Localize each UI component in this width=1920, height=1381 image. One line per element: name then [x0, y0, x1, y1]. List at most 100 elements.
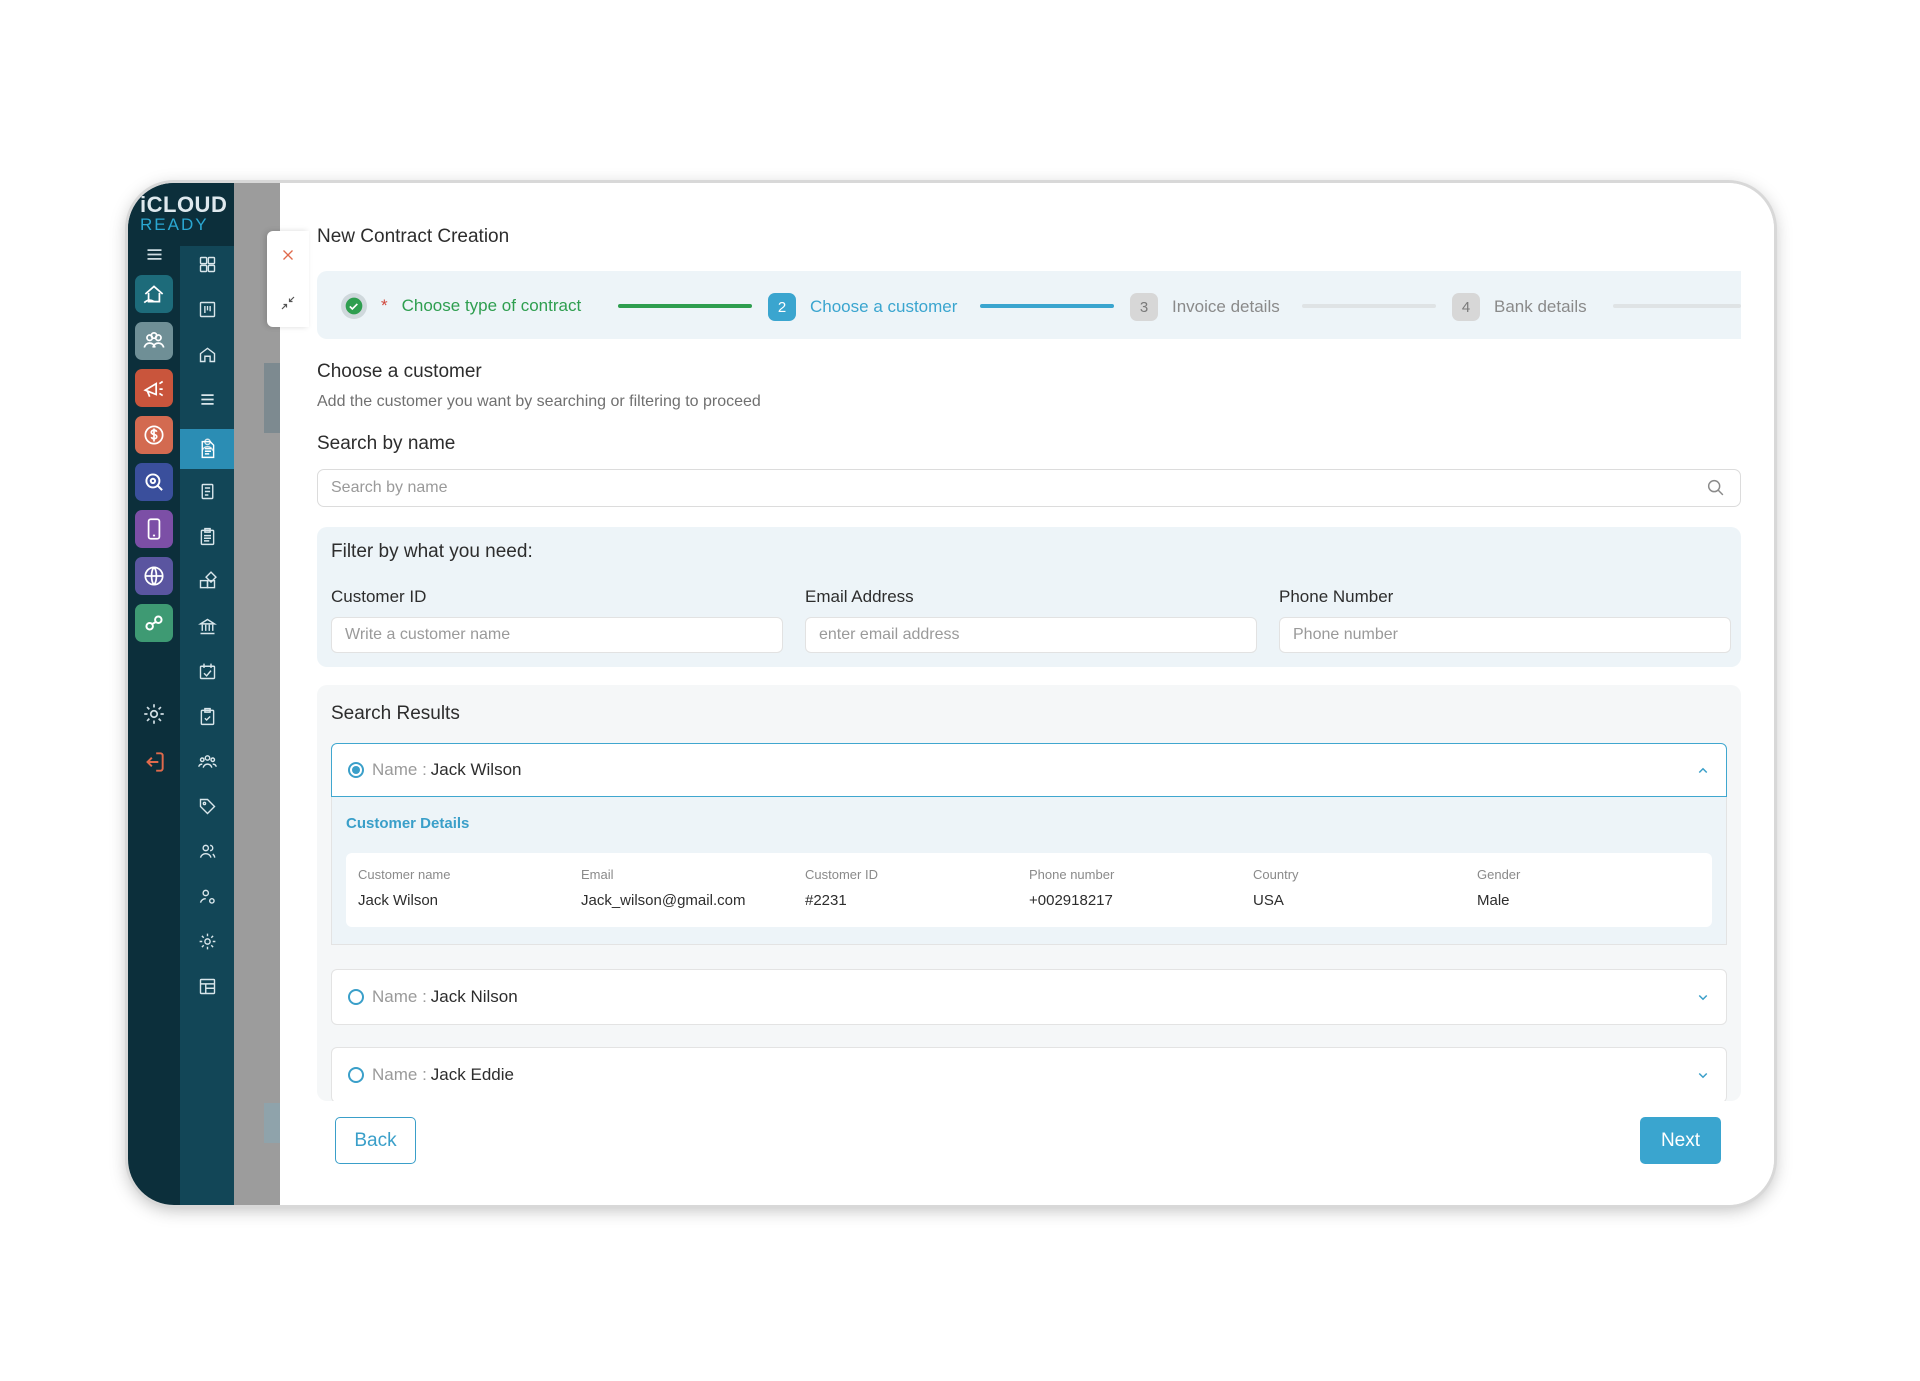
- page-title: New Contract Creation: [317, 226, 510, 247]
- contract-icon[interactable]: [192, 434, 222, 464]
- required-mark: *: [381, 296, 388, 315]
- step-1-label: Choose type of contract: [401, 296, 582, 315]
- result-name: Jack Nilson: [430, 987, 518, 1006]
- tag-icon[interactable]: [192, 791, 222, 821]
- back-button[interactable]: Back: [335, 1117, 416, 1164]
- phone-input[interactable]: Phone number: [1279, 617, 1731, 653]
- step-4-badge: 4: [1452, 293, 1480, 321]
- stepper: * Choose type of contract 2 Choose a cus…: [317, 271, 1741, 339]
- module-nav-rail: [180, 183, 234, 1205]
- step-4[interactable]: 4 Bank details: [1452, 293, 1587, 321]
- chevron-down-icon[interactable]: [1694, 988, 1712, 1006]
- step-2-label: Choose a customer: [810, 297, 958, 316]
- result-item-2[interactable]: Name : Jack Nilson: [331, 969, 1727, 1025]
- step-4-progress: [1613, 304, 1741, 308]
- step-4-label: Bank details: [1494, 297, 1587, 316]
- radio-selected[interactable]: [348, 762, 364, 778]
- filter-title: Filter by what you need:: [331, 541, 533, 562]
- settings-icon[interactable]: [135, 695, 173, 733]
- result-item-3-header[interactable]: Name : Jack Eddie: [332, 1048, 1726, 1101]
- step-3-progress: [1302, 304, 1436, 308]
- search-icon[interactable]: [1705, 477, 1727, 499]
- layout-icon[interactable]: [192, 971, 222, 1001]
- marketing-icon[interactable]: [135, 369, 173, 407]
- hamburger-icon[interactable]: [139, 239, 169, 269]
- dashboard-icon[interactable]: [192, 249, 222, 279]
- customer-details-card: Customer name Jack Wilson Email Jack_wilso…: [346, 853, 1712, 927]
- kanban-icon[interactable]: [192, 294, 222, 324]
- document-icon[interactable]: [192, 476, 222, 506]
- step-2[interactable]: 2 Choose a customer: [768, 293, 957, 321]
- email-input[interactable]: enter email address: [805, 617, 1257, 653]
- customer-id-input[interactable]: Write a customer name: [331, 617, 783, 653]
- nav-settings-icon[interactable]: [192, 926, 222, 956]
- group-icon[interactable]: [192, 746, 222, 776]
- step-3[interactable]: 3 Invoice details: [1130, 293, 1280, 321]
- step-1[interactable]: * Choose type of contract: [341, 293, 581, 319]
- result-name: Jack Wilson: [430, 760, 522, 779]
- link-icon[interactable]: [135, 604, 173, 642]
- radio-unselected[interactable]: [348, 1067, 364, 1083]
- panel-controls: [267, 231, 309, 327]
- section-subtitle: Add the customer you want by searching o…: [317, 393, 761, 410]
- search-label: Search by name: [317, 433, 456, 454]
- result-item-3[interactable]: Name : Jack Eddie: [331, 1047, 1727, 1101]
- close-icon[interactable]: [267, 231, 309, 279]
- detail-gender: Gender Male: [1477, 867, 1521, 909]
- search-input[interactable]: Search by name: [317, 469, 1741, 507]
- task-icon[interactable]: [192, 701, 222, 731]
- section-title: Choose a customer: [317, 361, 482, 382]
- phone-label: Phone Number: [1279, 587, 1394, 606]
- app-window: iCLOUD READY New Contract Creation * Cho…: [128, 183, 1774, 1205]
- detail-country: Country USA: [1253, 867, 1299, 909]
- background-footer: [264, 1103, 280, 1143]
- check-icon: [345, 297, 363, 315]
- filter-panel: Filter by what you need: Customer ID Wri…: [317, 527, 1741, 667]
- calendar-check-icon[interactable]: [192, 656, 222, 686]
- customer-details: Customer Details Customer name Jack Wilso…: [331, 797, 1727, 945]
- search-placeholder: Search by name: [331, 479, 448, 496]
- search-app-icon[interactable]: [135, 463, 173, 501]
- detail-phone: Phone number +002918217: [1029, 867, 1115, 909]
- next-button[interactable]: Next: [1640, 1117, 1721, 1164]
- result-item-2-header[interactable]: Name : Jack Nilson: [332, 970, 1726, 1024]
- detail-customer-id: Customer ID #2231: [805, 867, 878, 909]
- step-1-progress: [618, 304, 752, 308]
- clipboard-icon[interactable]: [192, 521, 222, 551]
- result-item-1-header[interactable]: Name : Jack Wilson: [331, 743, 1727, 797]
- step-3-label: Invoice details: [1172, 297, 1280, 316]
- background-header: [264, 363, 280, 433]
- results-title: Search Results: [331, 703, 460, 724]
- result-name: Jack Eddie: [430, 1065, 514, 1084]
- step-2-progress: [980, 304, 1114, 308]
- customer-details-title: Customer Details: [346, 815, 470, 832]
- users-icon[interactable]: [192, 836, 222, 866]
- modules-icon[interactable]: [192, 566, 222, 596]
- real-estate-icon[interactable]: [135, 275, 173, 313]
- detail-customer-name: Customer name Jack Wilson: [358, 867, 451, 909]
- step-3-badge: 3: [1130, 293, 1158, 321]
- collapse-icon[interactable]: [267, 279, 309, 327]
- customer-id-label: Customer ID: [331, 587, 427, 606]
- menu-icon[interactable]: [192, 384, 222, 414]
- bank-icon[interactable]: [192, 611, 222, 641]
- logout-icon[interactable]: [135, 743, 173, 781]
- mobile-icon[interactable]: [135, 510, 173, 548]
- contract-creation-panel: New Contract Creation * Choose type of c…: [280, 183, 1774, 1205]
- user-settings-icon[interactable]: [192, 881, 222, 911]
- result-item-1: Name : Jack Wilson Customer Details Cust…: [331, 743, 1727, 945]
- chevron-up-icon[interactable]: [1694, 762, 1712, 780]
- home-icon[interactable]: [192, 339, 222, 369]
- globe-icon[interactable]: [135, 557, 173, 595]
- team-icon[interactable]: [135, 322, 173, 360]
- step-2-badge: 2: [768, 293, 796, 321]
- chevron-down-icon[interactable]: [1694, 1066, 1712, 1084]
- dimmed-background: [234, 183, 280, 1205]
- step-1-badge: [341, 293, 367, 319]
- email-label: Email Address: [805, 587, 914, 606]
- detail-email: Email Jack_wilson@gmail.com: [581, 867, 746, 909]
- radio-unselected[interactable]: [348, 989, 364, 1005]
- search-results: Search Results Name : Jack Wilson Custom…: [317, 685, 1741, 1101]
- finance-icon[interactable]: [135, 416, 173, 454]
- logo: iCLOUD READY: [140, 192, 228, 235]
